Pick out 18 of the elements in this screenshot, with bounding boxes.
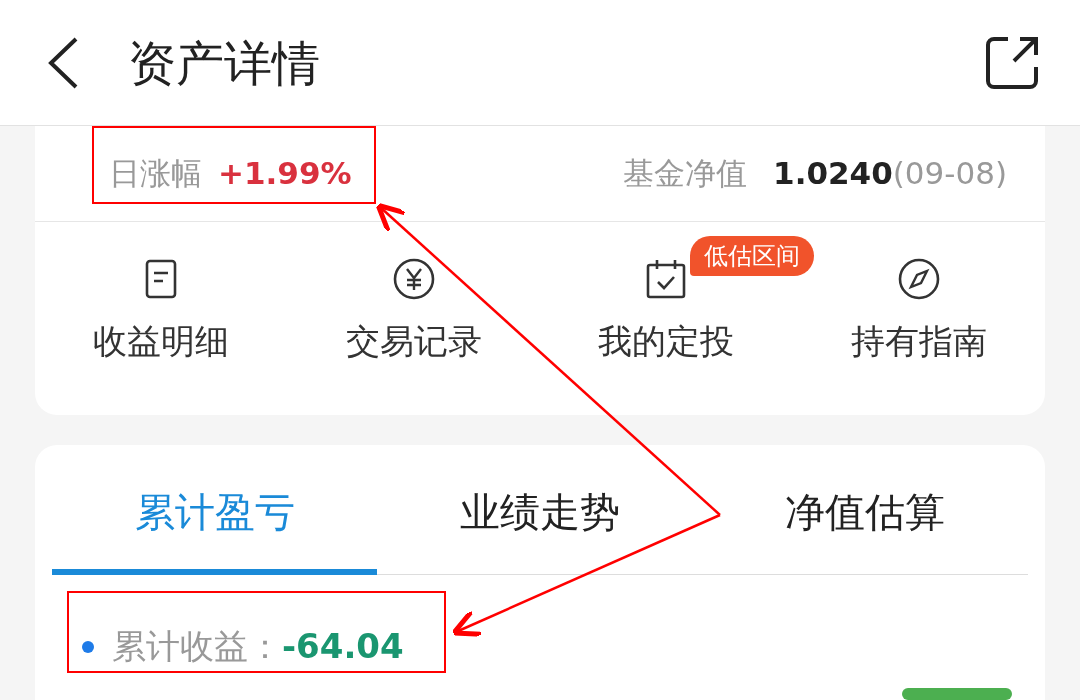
badge-tag: 低估区间 bbox=[690, 236, 814, 276]
nav-label: 基金净值 bbox=[623, 154, 748, 194]
page-title: 资产详情 bbox=[128, 33, 320, 93]
tab[interactable]: 净值估算 bbox=[702, 445, 1028, 575]
nav-value: 1.0240 bbox=[773, 154, 893, 194]
back-button[interactable] bbox=[46, 35, 80, 90]
action-item[interactable]: 持有指南 bbox=[850, 256, 987, 367]
bullet-dot bbox=[82, 640, 94, 653]
nav-date: (09-08) bbox=[892, 154, 1007, 194]
action-item[interactable]: 交易记录 bbox=[345, 256, 482, 367]
daily-change-label: 日涨幅 bbox=[109, 154, 202, 194]
tab[interactable]: 业绩走势 bbox=[377, 445, 703, 575]
tab[interactable]: 累计盈亏 bbox=[52, 445, 378, 575]
share-button[interactable] bbox=[984, 34, 1040, 91]
action-item[interactable]: 收益明细 bbox=[93, 256, 230, 367]
daily-change-value: +1.99% bbox=[218, 154, 352, 194]
cumulative-label: 累计收益： bbox=[112, 625, 282, 668]
cumulative-value: -64.04 bbox=[282, 625, 404, 668]
